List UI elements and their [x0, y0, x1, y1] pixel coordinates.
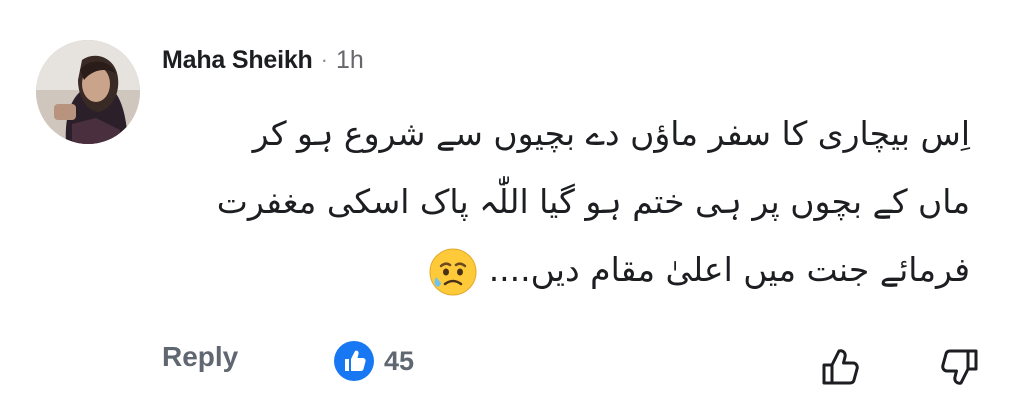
comment-line-3-text: فرمائے جنت میں اعلیٰ مقام دیں....: [488, 250, 970, 289]
reactions-summary[interactable]: 45: [334, 341, 414, 381]
comment-actions: Reply 45: [0, 335, 1024, 395]
comment-text: اِس بیچاری کا سفر ماؤں دے بچیوں سے شروع …: [150, 100, 970, 304]
author-name[interactable]: Maha Sheikh: [162, 46, 313, 75]
like-reaction-icon: [334, 341, 374, 381]
comment-header: Maha Sheikh · 1h: [162, 40, 364, 80]
sad-relieved-face-emoji-icon: [429, 248, 477, 295]
comment-line-1: اِس بیچاری کا سفر ماؤں دے بچیوں سے شروع …: [252, 114, 970, 153]
comment-line-3: فرمائے جنت میں اعلیٰ مقام دیں....: [150, 236, 970, 304]
separator-dot: ·: [320, 47, 328, 72]
thumbs-up-icon[interactable]: [818, 345, 862, 389]
thumbs-down-icon[interactable]: [938, 345, 982, 389]
timestamp[interactable]: 1h: [336, 46, 364, 75]
reply-button[interactable]: Reply: [162, 341, 238, 373]
comment-line-2: ماں کے بچوں پر ہی ختم ہو گیا اللّٰہ پاک …: [216, 182, 970, 221]
avatar[interactable]: [36, 40, 140, 144]
like-count: 45: [384, 345, 415, 376]
avatar-photo: [36, 40, 140, 144]
